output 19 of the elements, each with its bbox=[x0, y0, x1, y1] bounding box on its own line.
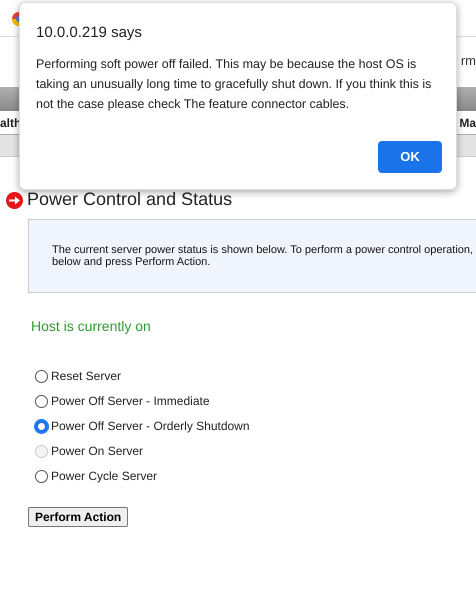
info-text: The current server power status is shown below. To perform a power control operation, below and press Perform Action. bbox=[52, 244, 474, 268]
radio-button[interactable] bbox=[35, 370, 48, 382]
power-status: Host is currently on bbox=[31, 317, 152, 336]
ok-button[interactable]: OK bbox=[378, 141, 442, 173]
page-title: Power Control and Status bbox=[27, 189, 232, 209]
arrow-circle-icon bbox=[6, 192, 23, 209]
header-text: rm bbox=[460, 52, 476, 70]
radio-button[interactable] bbox=[35, 394, 48, 408]
option-label: Power Cycle Server bbox=[51, 468, 158, 485]
perform-action-button[interactable]: Perform Action bbox=[28, 507, 128, 527]
option-label: Reset Server bbox=[51, 368, 122, 385]
option-label: Power Off Server - Immediate bbox=[51, 393, 210, 410]
option-label: Power On Server bbox=[51, 443, 144, 460]
nav-tab[interactable]: Ma bbox=[459, 114, 476, 132]
dialog-title: 10.0.0.219 says bbox=[36, 23, 143, 43]
option-label: Power Off Server - Orderly Shutdown bbox=[51, 418, 250, 435]
radio-button[interactable] bbox=[35, 420, 48, 432]
radio-button[interactable] bbox=[35, 470, 48, 482]
dialog-message: Performing soft power off failed. This may be because the host OS is taking an unusually long time to gracefully shut down. If you think this is not the case please check The feature connector cables. bbox=[36, 56, 432, 113]
